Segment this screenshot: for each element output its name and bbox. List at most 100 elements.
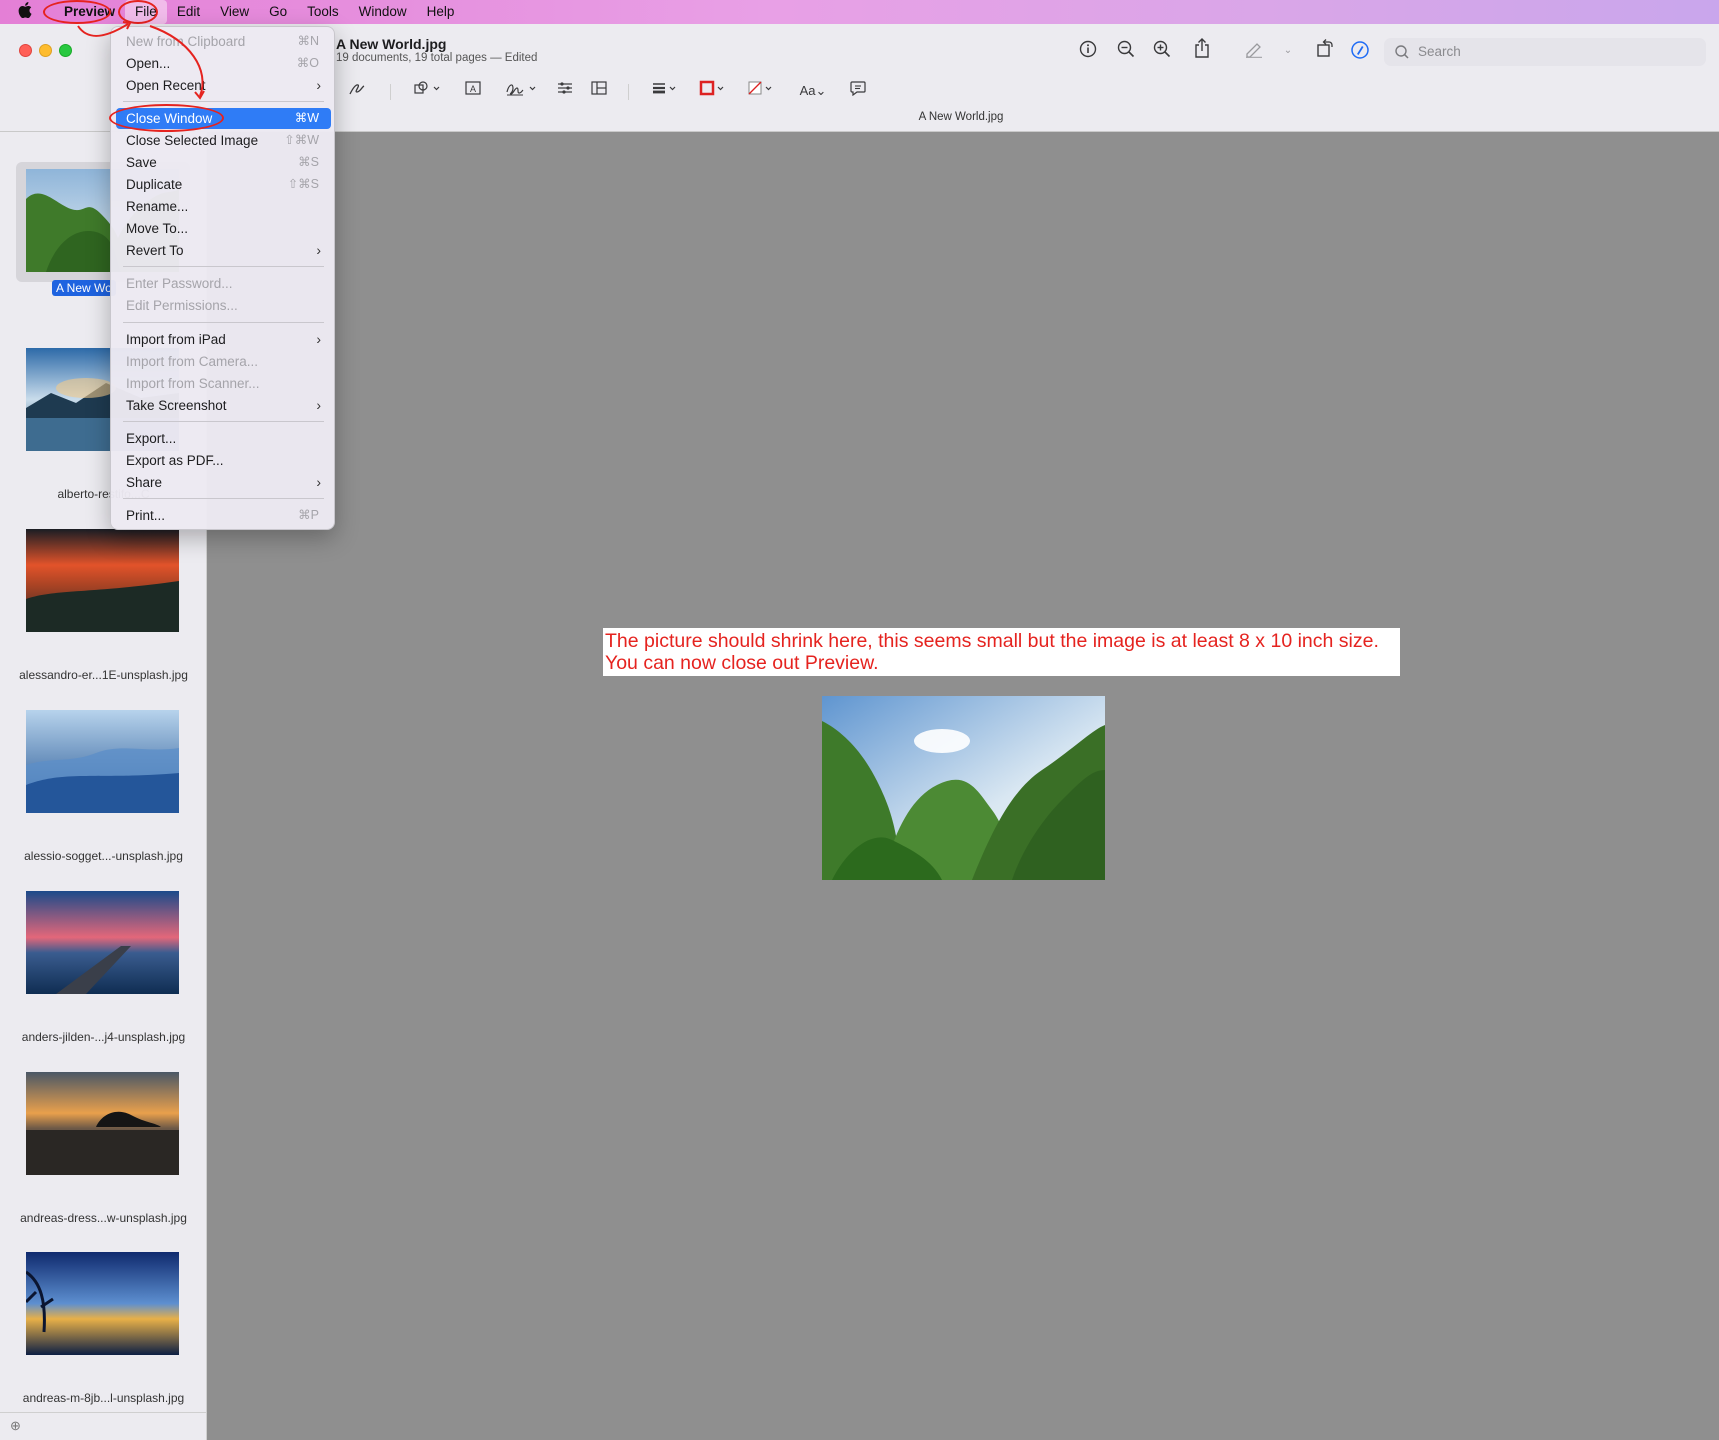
- menu-item-label: Open...: [126, 56, 171, 71]
- shortcut-label: ⌘S: [298, 155, 319, 169]
- chevron-down-icon[interactable]: ⌄: [1275, 40, 1301, 62]
- main-image[interactable]: [822, 696, 1105, 880]
- image-canvas[interactable]: The picture should shrink here, this see…: [208, 132, 1719, 1440]
- markup-pen-icon[interactable]: [1241, 40, 1267, 62]
- menu-item-label: New from Clipboard: [126, 34, 246, 49]
- markup-toolbar-icon[interactable]: [1347, 40, 1373, 62]
- menu-view[interactable]: View: [210, 0, 259, 24]
- annotation-line-2: You can now close out Preview.: [605, 652, 879, 674]
- thumbnail-andreas-m[interactable]: [24, 1252, 179, 1355]
- menu-item-rename[interactable]: Rename...: [116, 196, 331, 217]
- menu-separator: [123, 322, 324, 323]
- menu-tools[interactable]: Tools: [297, 0, 349, 24]
- shortcut-label: ⌘P: [298, 508, 319, 522]
- shortcut-label: ⇧⌘S: [287, 177, 319, 191]
- menu-item-export[interactable]: Export...: [116, 428, 331, 449]
- menu-item-label: Import from Camera...: [126, 354, 259, 369]
- sidebar-footer: ⊕: [0, 1412, 207, 1440]
- chevron-right-icon: ›: [316, 331, 321, 347]
- menu-item-open-recent[interactable]: Open Recent ›: [116, 75, 331, 96]
- text-box-icon[interactable]: A: [460, 80, 486, 102]
- menu-item-label: Revert To: [126, 243, 184, 258]
- document-title: A New World.jpg: [336, 36, 447, 52]
- note-icon[interactable]: [845, 80, 871, 102]
- menu-edit[interactable]: Edit: [167, 0, 210, 24]
- info-icon[interactable]: [1075, 40, 1101, 62]
- svg-text:A: A: [470, 84, 476, 94]
- thumbnail-alessio[interactable]: [26, 710, 179, 813]
- menu-item-label: Export as PDF...: [126, 453, 224, 468]
- close-window-button[interactable]: [19, 44, 32, 57]
- thumbnail-label[interactable]: alessandro-er...1E-unsplash.jpg: [0, 668, 207, 682]
- menu-item-close-selected-image[interactable]: Close Selected Image ⇧⌘W: [116, 130, 331, 151]
- shortcut-label: ⇧⌘W: [284, 133, 319, 147]
- chevron-right-icon: ›: [316, 77, 321, 93]
- menu-help[interactable]: Help: [417, 0, 465, 24]
- thumbnail-label-selected[interactable]: A New Wo: [52, 280, 116, 296]
- instruction-annotation: The picture should shrink here, this see…: [603, 628, 1400, 676]
- thumbnail-label[interactable]: andreas-dress...w-unsplash.jpg: [0, 1211, 207, 1225]
- menu-item-label: Close Window: [126, 111, 213, 126]
- apple-icon[interactable]: [18, 1, 40, 23]
- menu-item-import-from-scanner: Import from Scanner...: [116, 373, 331, 394]
- image-title: A New World.jpg: [918, 111, 1004, 123]
- annotation-line-1: The picture should shrink here, this see…: [605, 630, 1379, 652]
- menu-separator: [123, 101, 324, 102]
- menu-item-import-from-ipad[interactable]: Import from iPad ›: [116, 329, 331, 350]
- search-field[interactable]: Search: [1384, 38, 1706, 66]
- menu-separator: [123, 421, 324, 422]
- menu-window[interactable]: Window: [349, 0, 417, 24]
- menu-item-label: Take Screenshot: [126, 398, 227, 413]
- menu-separator: [123, 266, 324, 267]
- zoom-in-icon[interactable]: [1149, 40, 1175, 62]
- thumbnail-andreas-dress[interactable]: [26, 1072, 179, 1175]
- thumbnail-label[interactable]: anders-jilden-...j4-unsplash.jpg: [0, 1030, 207, 1044]
- menu-item-take-screenshot[interactable]: Take Screenshot ›: [116, 395, 331, 416]
- menu-item-print[interactable]: Print... ⌘P: [116, 505, 331, 526]
- menu-go[interactable]: Go: [259, 0, 297, 24]
- rotate-icon[interactable]: [1312, 38, 1338, 60]
- border-color-icon[interactable]: [697, 80, 729, 102]
- minimize-window-button[interactable]: [39, 44, 52, 57]
- menu-item-edit-permissions: Edit Permissions...: [116, 295, 331, 316]
- add-icon[interactable]: ⊕: [10, 1418, 21, 1434]
- menu-file[interactable]: File: [125, 0, 167, 24]
- menu-item-revert-to[interactable]: Revert To ›: [116, 240, 331, 261]
- sketch-icon[interactable]: [344, 80, 370, 102]
- zoom-window-button[interactable]: [59, 44, 72, 57]
- menu-bar: Preview File Edit View Go Tools Window H…: [0, 0, 1719, 24]
- adjust-size-icon[interactable]: [586, 80, 612, 102]
- menu-item-close-window[interactable]: Close Window ⌘W: [116, 108, 331, 129]
- sign-icon[interactable]: [504, 80, 540, 102]
- fill-color-icon[interactable]: [745, 80, 777, 102]
- menu-item-import-from-camera: Import from Camera...: [116, 351, 331, 372]
- menu-item-export-as-pdf[interactable]: Export as PDF...: [116, 450, 331, 471]
- menu-item-label: Save: [126, 155, 157, 170]
- menu-preview[interactable]: Preview: [54, 0, 125, 24]
- shortcut-label: ⌘O: [296, 56, 319, 70]
- thumbnail-label[interactable]: andreas-m-8jb...l-unsplash.jpg: [0, 1391, 207, 1405]
- menu-item-label: Share: [126, 475, 163, 490]
- shapes-icon[interactable]: [410, 80, 446, 102]
- text-style-icon[interactable]: Aa⌄: [797, 80, 829, 102]
- border-style-icon[interactable]: [650, 80, 682, 102]
- thumbnail-anders-jilden[interactable]: [26, 891, 179, 994]
- zoom-out-icon[interactable]: [1113, 40, 1139, 62]
- adjust-color-icon[interactable]: [552, 80, 578, 102]
- menu-item-open[interactable]: Open... ⌘O: [116, 53, 331, 74]
- menu-item-label: Export...: [126, 431, 177, 446]
- menu-item-label: Duplicate: [126, 177, 183, 192]
- menu-item-share[interactable]: Share ›: [116, 472, 331, 493]
- share-icon[interactable]: [1189, 38, 1215, 60]
- menu-item-move-to[interactable]: Move To...: [116, 218, 331, 239]
- menu-item-save[interactable]: Save ⌘S: [116, 152, 331, 173]
- menu-item-label: Close Selected Image: [126, 133, 259, 148]
- menu-item-duplicate[interactable]: Duplicate ⇧⌘S: [116, 174, 331, 195]
- menu-item-label: Import from Scanner...: [126, 376, 260, 391]
- toolbar-divider: [390, 84, 391, 100]
- thumbnail-label[interactable]: alessio-sogget...-unsplash.jpg: [0, 849, 207, 863]
- menu-item-label: Enter Password...: [126, 276, 233, 291]
- menu-item-label: Open Recent: [126, 78, 206, 93]
- thumbnail-alessandro[interactable]: [26, 529, 179, 632]
- shortcut-label: ⌘N: [297, 34, 319, 48]
